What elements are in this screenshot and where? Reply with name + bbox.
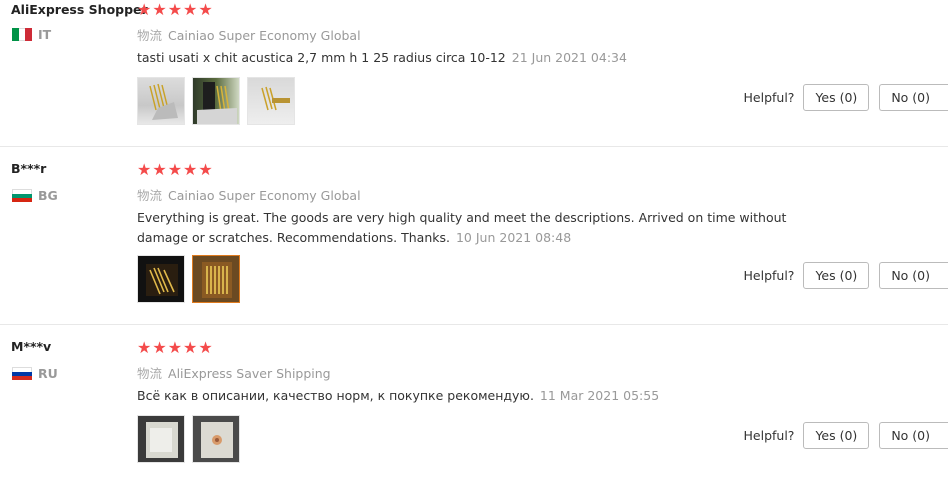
- country-code: BG: [38, 188, 58, 203]
- review-item: AliExpress Shopper IT ★★★★★ 物流 Cainiao Su…: [0, 0, 948, 146]
- italy-flag-icon: [12, 28, 33, 41]
- review-photos: [137, 77, 295, 125]
- review-date: 11 Mar 2021 05:55: [539, 388, 660, 403]
- review-item: B***r BG ★★★★★ 物流 Cainiao Super Economy G…: [0, 160, 948, 324]
- review-photo-thumbnail[interactable]: [137, 255, 185, 303]
- review-photo-thumbnail[interactable]: [137, 415, 185, 463]
- star-rating: ★★★★★: [137, 338, 214, 357]
- bulgaria-flag-icon: [12, 189, 32, 202]
- helpful-yes-button[interactable]: Yes (0): [803, 262, 870, 289]
- logistics-label: 物流: [137, 28, 163, 43]
- helpful-label: Helpful?: [743, 90, 795, 105]
- reviewer-country: BG: [12, 188, 58, 203]
- russia-flag-icon: [12, 367, 32, 380]
- review-item: M***v RU ★★★★★ 物流 AliExpress Saver Shippi…: [0, 338, 948, 479]
- reviewer-country: IT: [12, 27, 51, 42]
- reviewer-country: RU: [12, 366, 58, 381]
- review-photo-thumbnail[interactable]: [192, 415, 240, 463]
- helpful-no-button[interactable]: No (0): [879, 422, 948, 449]
- review-text: Всё как в описании, качество норм, к пок…: [137, 386, 837, 406]
- review-photo-thumbnail[interactable]: [192, 77, 240, 125]
- logistics-info: 物流 Cainiao Super Economy Global: [137, 25, 361, 44]
- logistics-label: 物流: [137, 366, 163, 381]
- helpful-voting: Helpful? Yes (0) No (0): [744, 262, 948, 289]
- logistics-method: AliExpress Saver Shipping: [168, 366, 331, 381]
- review-body: tasti usati x chit acustica 2,7 mm h 1 2…: [137, 50, 506, 65]
- helpful-voting: Helpful? Yes (0) No (0): [744, 422, 948, 449]
- reviewer-name: AliExpress Shopper: [11, 2, 148, 17]
- helpful-no-button[interactable]: No (0): [879, 84, 948, 111]
- country-code: RU: [38, 366, 58, 381]
- review-date: 21 Jun 2021 04:34: [511, 50, 627, 65]
- helpful-no-button[interactable]: No (0): [879, 262, 948, 289]
- review-body: Всё как в описании, качество норм, к пок…: [137, 388, 534, 403]
- logistics-method: Cainiao Super Economy Global: [168, 28, 361, 43]
- helpful-label: Helpful?: [743, 428, 795, 443]
- country-code: IT: [38, 27, 52, 42]
- helpful-label: Helpful?: [743, 268, 795, 283]
- reviewer-name: B***r: [11, 161, 47, 176]
- helpful-voting: Helpful? Yes (0) No (0): [744, 84, 948, 111]
- review-divider: [0, 146, 948, 147]
- helpful-yes-button[interactable]: Yes (0): [803, 84, 870, 111]
- reviewer-name: M***v: [11, 339, 52, 354]
- review-photo-thumbnail[interactable]: [192, 255, 240, 303]
- review-photos: [137, 255, 240, 303]
- review-text: tasti usati x chit acustica 2,7 mm h 1 2…: [137, 48, 837, 68]
- star-rating: ★★★★★: [137, 0, 214, 19]
- review-photo-thumbnail[interactable]: [137, 77, 185, 125]
- review-text: Everything is great. The goods are very …: [137, 208, 837, 248]
- logistics-info: 物流 Cainiao Super Economy Global: [137, 185, 361, 204]
- review-photo-thumbnail[interactable]: [247, 77, 295, 125]
- helpful-yes-button[interactable]: Yes (0): [803, 422, 870, 449]
- logistics-info: 物流 AliExpress Saver Shipping: [137, 363, 331, 382]
- review-photos: [137, 415, 240, 463]
- logistics-label: 物流: [137, 188, 163, 203]
- review-date: 10 Jun 2021 08:48: [455, 230, 572, 245]
- logistics-method: Cainiao Super Economy Global: [168, 188, 361, 203]
- star-rating: ★★★★★: [137, 160, 214, 179]
- review-divider: [0, 324, 948, 325]
